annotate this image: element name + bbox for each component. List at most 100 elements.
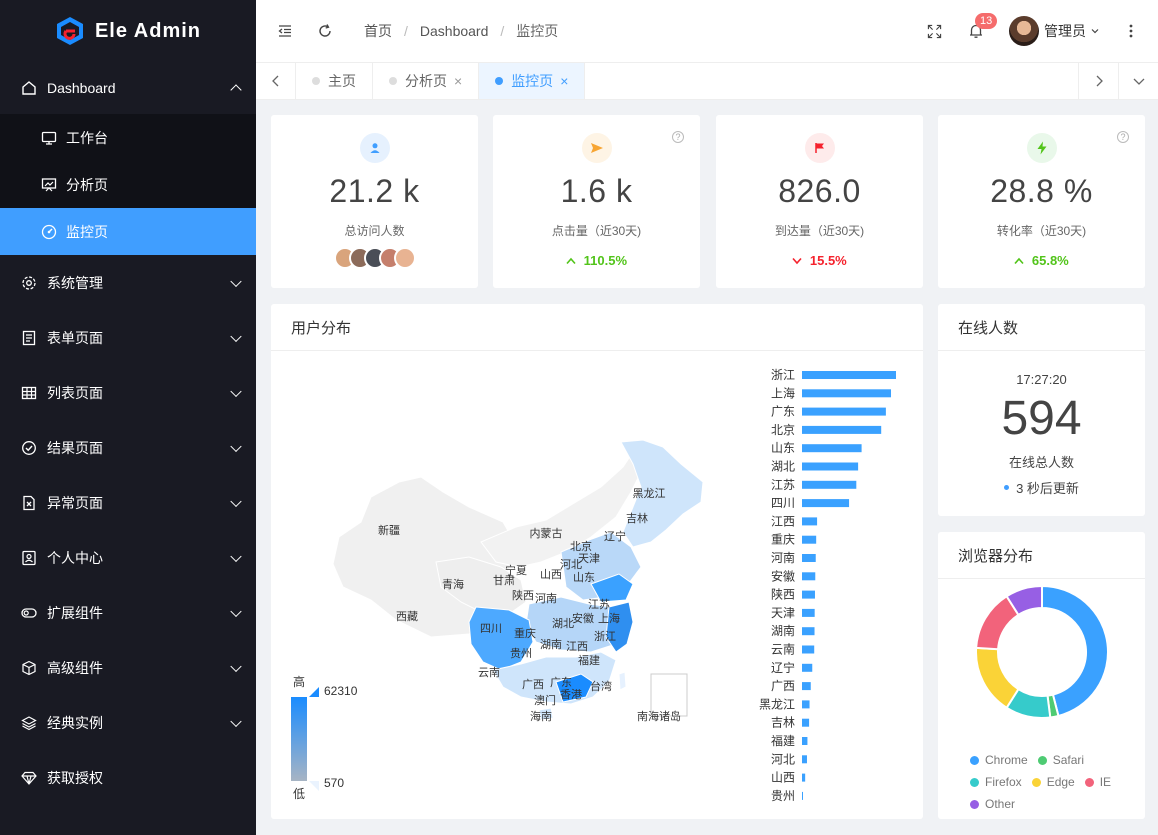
- bar[interactable]: [802, 755, 807, 764]
- bar[interactable]: [802, 718, 810, 727]
- help-icon[interactable]: ?: [672, 131, 684, 143]
- scale-high-label: 高: [293, 674, 305, 689]
- legend-item[interactable]: Other: [970, 793, 1015, 815]
- scale-handle-bottom[interactable]: [309, 781, 319, 791]
- home-icon: [20, 79, 38, 97]
- tab-dropdown[interactable]: [1118, 63, 1158, 99]
- map-label: 浙江: [594, 630, 616, 643]
- sidebar-item-form[interactable]: 表单页面: [0, 310, 256, 365]
- header-actions: 13 管理员: [925, 0, 1140, 62]
- bar[interactable]: [802, 590, 815, 599]
- close-icon[interactable]: ×: [454, 73, 462, 89]
- sidebar-item-system[interactable]: 系统管理: [0, 255, 256, 310]
- map-label: 云南: [478, 666, 500, 679]
- bar-category-label: 江西: [771, 514, 795, 528]
- sidebar-item-label: 个人中心: [47, 549, 103, 566]
- more-vertical-icon[interactable]: [1122, 22, 1140, 40]
- bar[interactable]: [802, 737, 808, 745]
- bar[interactable]: [802, 499, 850, 508]
- bar[interactable]: [802, 425, 882, 434]
- online-time: 17:27:20: [1016, 372, 1067, 387]
- legend-item[interactable]: Edge: [1031, 771, 1075, 793]
- card-title: 浏览器分布: [938, 532, 1145, 579]
- bar[interactable]: [802, 773, 806, 782]
- bar[interactable]: [802, 462, 859, 471]
- sidebar-item-exception[interactable]: 异常页面: [0, 475, 256, 530]
- sidebar-item-analysis[interactable]: 分析页: [0, 161, 256, 208]
- sidebar-item-list[interactable]: 列表页面: [0, 365, 256, 420]
- scale-handle-top[interactable]: [309, 687, 319, 697]
- south-sea-inset: [650, 673, 688, 717]
- bar-category-label: 湖北: [771, 459, 795, 474]
- collapse-menu-icon[interactable]: [276, 22, 294, 40]
- sidebar-item-label: 结果页面: [47, 439, 103, 456]
- sidebar-item-label: 工作台: [66, 129, 108, 146]
- sidebar-item-monitor[interactable]: 监控页: [0, 208, 256, 255]
- sidebar-item-advanced[interactable]: 高级组件: [0, 640, 256, 695]
- sidebar-item-license[interactable]: 获取授权: [0, 750, 256, 805]
- chevron-down-icon: [230, 275, 242, 287]
- bar[interactable]: [802, 554, 816, 562]
- bar[interactable]: [802, 608, 815, 617]
- form-icon: [20, 329, 38, 347]
- donut-slice[interactable]: [975, 646, 1020, 710]
- legend-item[interactable]: IE: [1084, 771, 1112, 793]
- sidebar-item-workplace[interactable]: 工作台: [0, 114, 256, 161]
- bar[interactable]: [802, 645, 815, 654]
- sidebar-item-examples[interactable]: 经典实例: [0, 695, 256, 750]
- bar[interactable]: [802, 572, 816, 581]
- breadcrumb-dashboard[interactable]: Dashboard: [420, 23, 489, 39]
- tab-analysis[interactable]: 分析页 ×: [373, 63, 480, 99]
- fullscreen-icon[interactable]: [925, 22, 943, 40]
- bar[interactable]: [802, 535, 817, 544]
- legend-item[interactable]: Safari: [1037, 749, 1084, 771]
- bar[interactable]: [802, 389, 892, 398]
- bar[interactable]: [802, 371, 896, 379]
- bar[interactable]: [802, 791, 803, 800]
- close-icon[interactable]: ×: [560, 73, 568, 89]
- legend-item[interactable]: Firefox: [970, 771, 1022, 793]
- legend-item[interactable]: Chrome: [970, 749, 1028, 771]
- tab-monitor[interactable]: 监控页 ×: [479, 63, 586, 99]
- send-icon: [581, 133, 612, 163]
- legend-label: IE: [1099, 775, 1112, 789]
- sidebar-item-extension[interactable]: 扩展组件: [0, 585, 256, 640]
- stat-value: 28.8 %: [990, 173, 1093, 209]
- map-label: 澳门: [534, 693, 556, 707]
- map-label: 广东: [550, 676, 572, 689]
- map-label: 西藏: [396, 610, 418, 623]
- refresh-icon[interactable]: [316, 22, 334, 40]
- tab-scroll-right[interactable]: [1078, 63, 1118, 99]
- map-region-taiwan[interactable]: [618, 671, 627, 691]
- chevron-down-icon: [230, 440, 242, 452]
- bar[interactable]: [802, 663, 813, 672]
- tab-home[interactable]: 主页: [296, 63, 373, 99]
- bar[interactable]: [802, 480, 857, 489]
- bar[interactable]: [802, 627, 815, 636]
- trend-value: 110.5%: [493, 253, 700, 268]
- sidebar-item-profile[interactable]: 个人中心: [0, 530, 256, 585]
- map-label: 江苏: [588, 598, 610, 611]
- bar[interactable]: [802, 682, 811, 691]
- bar-category-label: 河北: [771, 752, 795, 766]
- bar[interactable]: [802, 407, 886, 416]
- file-error-icon: [20, 494, 38, 512]
- help-icon[interactable]: ?: [1117, 131, 1129, 143]
- map-label: 河南: [535, 592, 557, 605]
- legend-marker: [1037, 755, 1047, 765]
- tab-controls: [1078, 63, 1158, 99]
- sidebar-item-dashboard[interactable]: Dashboard: [0, 62, 256, 114]
- bar[interactable]: [802, 444, 862, 453]
- sidebar-item-result[interactable]: 结果页面: [0, 420, 256, 475]
- bar[interactable]: [802, 517, 818, 526]
- bar[interactable]: [802, 700, 810, 709]
- bar-category-label: 安徽: [771, 568, 795, 583]
- map-label: 贵州: [510, 647, 532, 660]
- legend-label: Chrome: [985, 753, 1028, 767]
- logo[interactable]: Ele Admin: [0, 0, 256, 62]
- user-menu[interactable]: 管理员: [1009, 16, 1100, 46]
- notification-bell-icon[interactable]: 13: [967, 13, 998, 40]
- browser-distribution-card: 浏览器分布 Chrome Safari Firefox Edge IE Other: [938, 532, 1145, 819]
- breadcrumb-home[interactable]: 首页: [364, 21, 392, 41]
- tab-scroll-left[interactable]: [256, 63, 296, 99]
